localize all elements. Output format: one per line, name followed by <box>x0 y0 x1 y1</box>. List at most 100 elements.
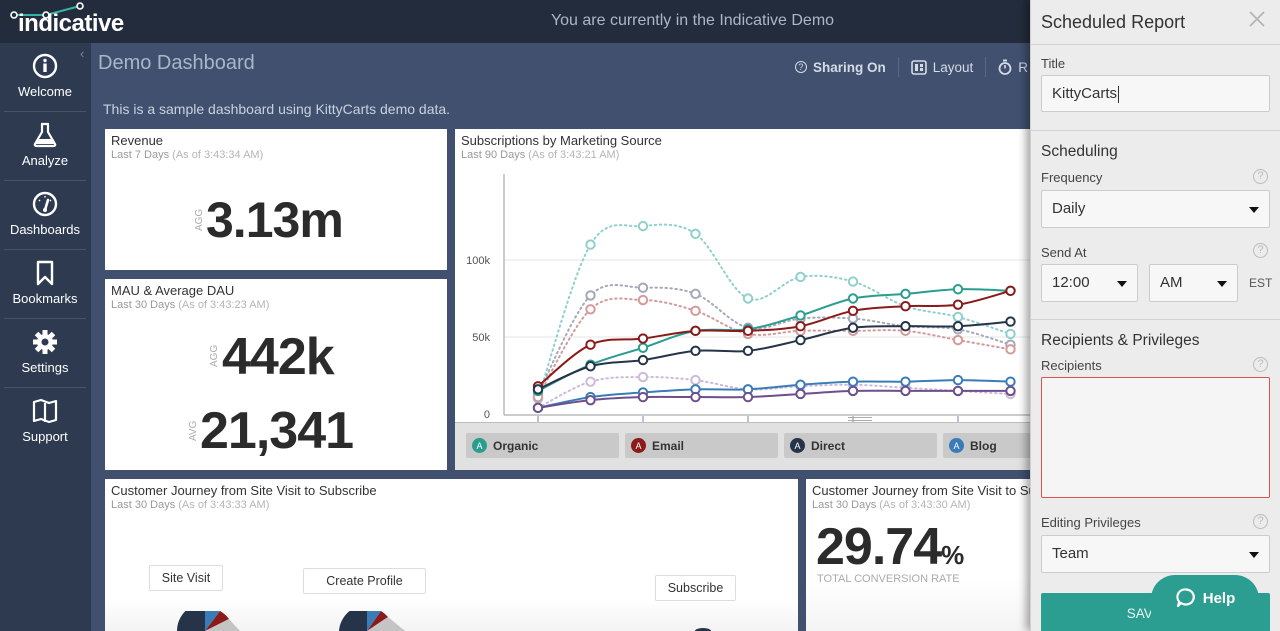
data-point-organic-prior <box>690 228 701 240</box>
conversion-caption: TOTAL CONVERSION RATE <box>817 573 960 585</box>
mau-card[interactable]: MAU & Average DAU Last 30 Days (As of 3:… <box>105 279 447 470</box>
chevron-down-icon <box>1117 281 1127 287</box>
revenue-card[interactable]: Revenue Last 7 Days (As of 3:43:34 AM) A… <box>105 129 447 270</box>
data-point-email <box>952 299 964 310</box>
title-field-label: Title <box>1041 56 1066 71</box>
data-point-blog <box>1005 376 1016 387</box>
help-button[interactable]: Help <box>1151 575 1259 621</box>
data-point-purple-prior <box>585 376 596 387</box>
scheduled-report-panel: Scheduled Report Title KittyCarts Schedu… <box>1030 0 1280 631</box>
card-title: Revenue <box>111 133 164 148</box>
dashboard-content: Demo Dashboard ? Sharing On Layout R Thi… <box>91 43 1096 631</box>
close-icon[interactable] <box>1248 10 1266 28</box>
data-point-blog <box>847 376 859 387</box>
gauge-icon <box>32 191 58 217</box>
conversion-card[interactable]: Customer Journey from Site Visit to Subs… <box>806 479 1078 631</box>
subscriptions-chart-card[interactable]: Subscriptions by Marketing Source Last 9… <box>455 129 1096 470</box>
send-ampm-select[interactable]: AM <box>1149 264 1238 302</box>
mau-value: 442k <box>222 328 335 386</box>
sidebar-item-bookmarks[interactable]: Bookmarks <box>4 250 86 319</box>
y-tick-label: 100k <box>466 255 490 267</box>
agg-label: AGG <box>194 208 205 231</box>
data-point-purple-prior <box>637 371 649 383</box>
legend-label: Organic <box>493 438 539 453</box>
data-point-organic-prior <box>1005 328 1016 340</box>
send-time-select[interactable]: 12:00 <box>1041 264 1138 302</box>
data-point-email-prior <box>952 334 964 346</box>
series-line-direct <box>537 320 1012 391</box>
step-site-visit[interactable]: Site Visit <box>149 565 223 591</box>
data-point-direct <box>795 334 806 346</box>
card-subtitle: Last 7 Days (As of 3:43:34 AM) <box>111 149 263 161</box>
data-point-blog <box>795 379 806 390</box>
step-subscribe[interactable]: Subscribe <box>655 575 736 601</box>
sidebar: ‹ Welcome Analyze Dashboards Bookmarks S… <box>0 43 91 631</box>
frequency-help-icon[interactable]: ? <box>1253 169 1268 184</box>
sidebar-item-settings[interactable]: Settings <box>4 319 86 388</box>
revenue-value: 3.13m <box>206 192 344 248</box>
card-title: Customer Journey from Site Visit to Subs… <box>111 483 377 498</box>
dau-avg-value: 21,341 <box>200 402 354 460</box>
data-point-direct <box>847 322 859 333</box>
sidebar-item-welcome[interactable]: Welcome <box>4 43 86 112</box>
recipients-heading: Recipients & Privileges <box>1041 332 1200 349</box>
card-asof: (As of 3:43:33 AM) <box>178 499 270 511</box>
data-point-email <box>795 321 806 332</box>
editing-value: Team <box>1052 545 1089 562</box>
data-point-email-prior <box>1005 344 1016 355</box>
frequency-label: Frequency <box>1041 170 1103 185</box>
recipients-input[interactable] <box>1041 377 1270 498</box>
series-line-organic-prior <box>537 223 1012 400</box>
data-point-direct-prior <box>585 290 596 301</box>
data-point-email <box>690 325 701 337</box>
data-point-organic-prior <box>585 239 596 250</box>
conversion-number: 29.74 <box>816 518 942 576</box>
editing-privileges-select[interactable]: Team <box>1041 535 1270 573</box>
legend-item-organic[interactable]: A Organic <box>466 433 619 458</box>
sidebar-item-analyze[interactable]: Analyze <box>4 112 86 181</box>
data-point-direct <box>900 321 911 332</box>
series-badge-icon: A <box>949 438 964 453</box>
title-input[interactable]: KittyCarts <box>1041 75 1270 112</box>
sidebar-item-dashboards[interactable]: Dashboards <box>4 181 86 250</box>
sidebar-item-label: Dashboards <box>9 222 81 237</box>
sidebar-item-label: Analyze <box>21 153 69 168</box>
editing-help-icon[interactable]: ? <box>1253 514 1268 529</box>
help-circle-icon: ? <box>794 61 807 73</box>
sidebar-item-label: Welcome <box>18 84 72 99</box>
conversion-value: 29.74% <box>816 517 964 577</box>
legend-item-direct[interactable]: A Direct <box>784 433 937 458</box>
card-asof: (As of 3:43:23 AM) <box>178 299 270 311</box>
card-asof: (As of 3:43:30 AM) <box>879 499 971 511</box>
recipients-help-icon[interactable]: ? <box>1253 357 1268 372</box>
y-tick-label: 50k <box>472 332 490 344</box>
legend-item-email[interactable]: A Email <box>625 433 778 458</box>
divider <box>1031 44 1280 45</box>
card-range: Last 7 Days <box>111 149 170 161</box>
layout-button[interactable]: Layout <box>899 57 987 77</box>
data-point-organic <box>637 342 649 353</box>
sidebar-item-label: Bookmarks <box>12 291 78 306</box>
sidebar-item-support[interactable]: Support <box>4 388 86 457</box>
percent-sign: % <box>941 540 965 570</box>
send-at-help-icon[interactable]: ? <box>1253 243 1268 258</box>
sharing-toggle[interactable]: ? Sharing On <box>783 57 899 77</box>
frequency-select[interactable]: Daily <box>1041 190 1270 228</box>
panel-title: Scheduled Report <box>1041 12 1186 32</box>
data-point-email <box>900 301 911 312</box>
y-tick-label: 0 <box>484 409 490 421</box>
data-point-purple <box>690 391 701 403</box>
data-point-email <box>847 305 859 317</box>
data-point-purple <box>900 385 911 397</box>
sharing-label: Sharing On <box>812 59 886 75</box>
resize-handle[interactable] <box>848 417 872 421</box>
step-create-profile[interactable]: Create Profile <box>303 568 426 594</box>
recipients-label: Recipients <box>1041 358 1102 373</box>
chevron-down-icon <box>1249 552 1259 558</box>
reports-button[interactable]: R <box>986 57 1030 77</box>
journey-card[interactable]: Customer Journey from Site Visit to Subs… <box>105 479 798 631</box>
flask-icon <box>33 122 57 148</box>
bookmark-icon <box>36 260 54 286</box>
data-point-email-prior <box>585 304 596 315</box>
data-point-direct <box>585 361 596 372</box>
